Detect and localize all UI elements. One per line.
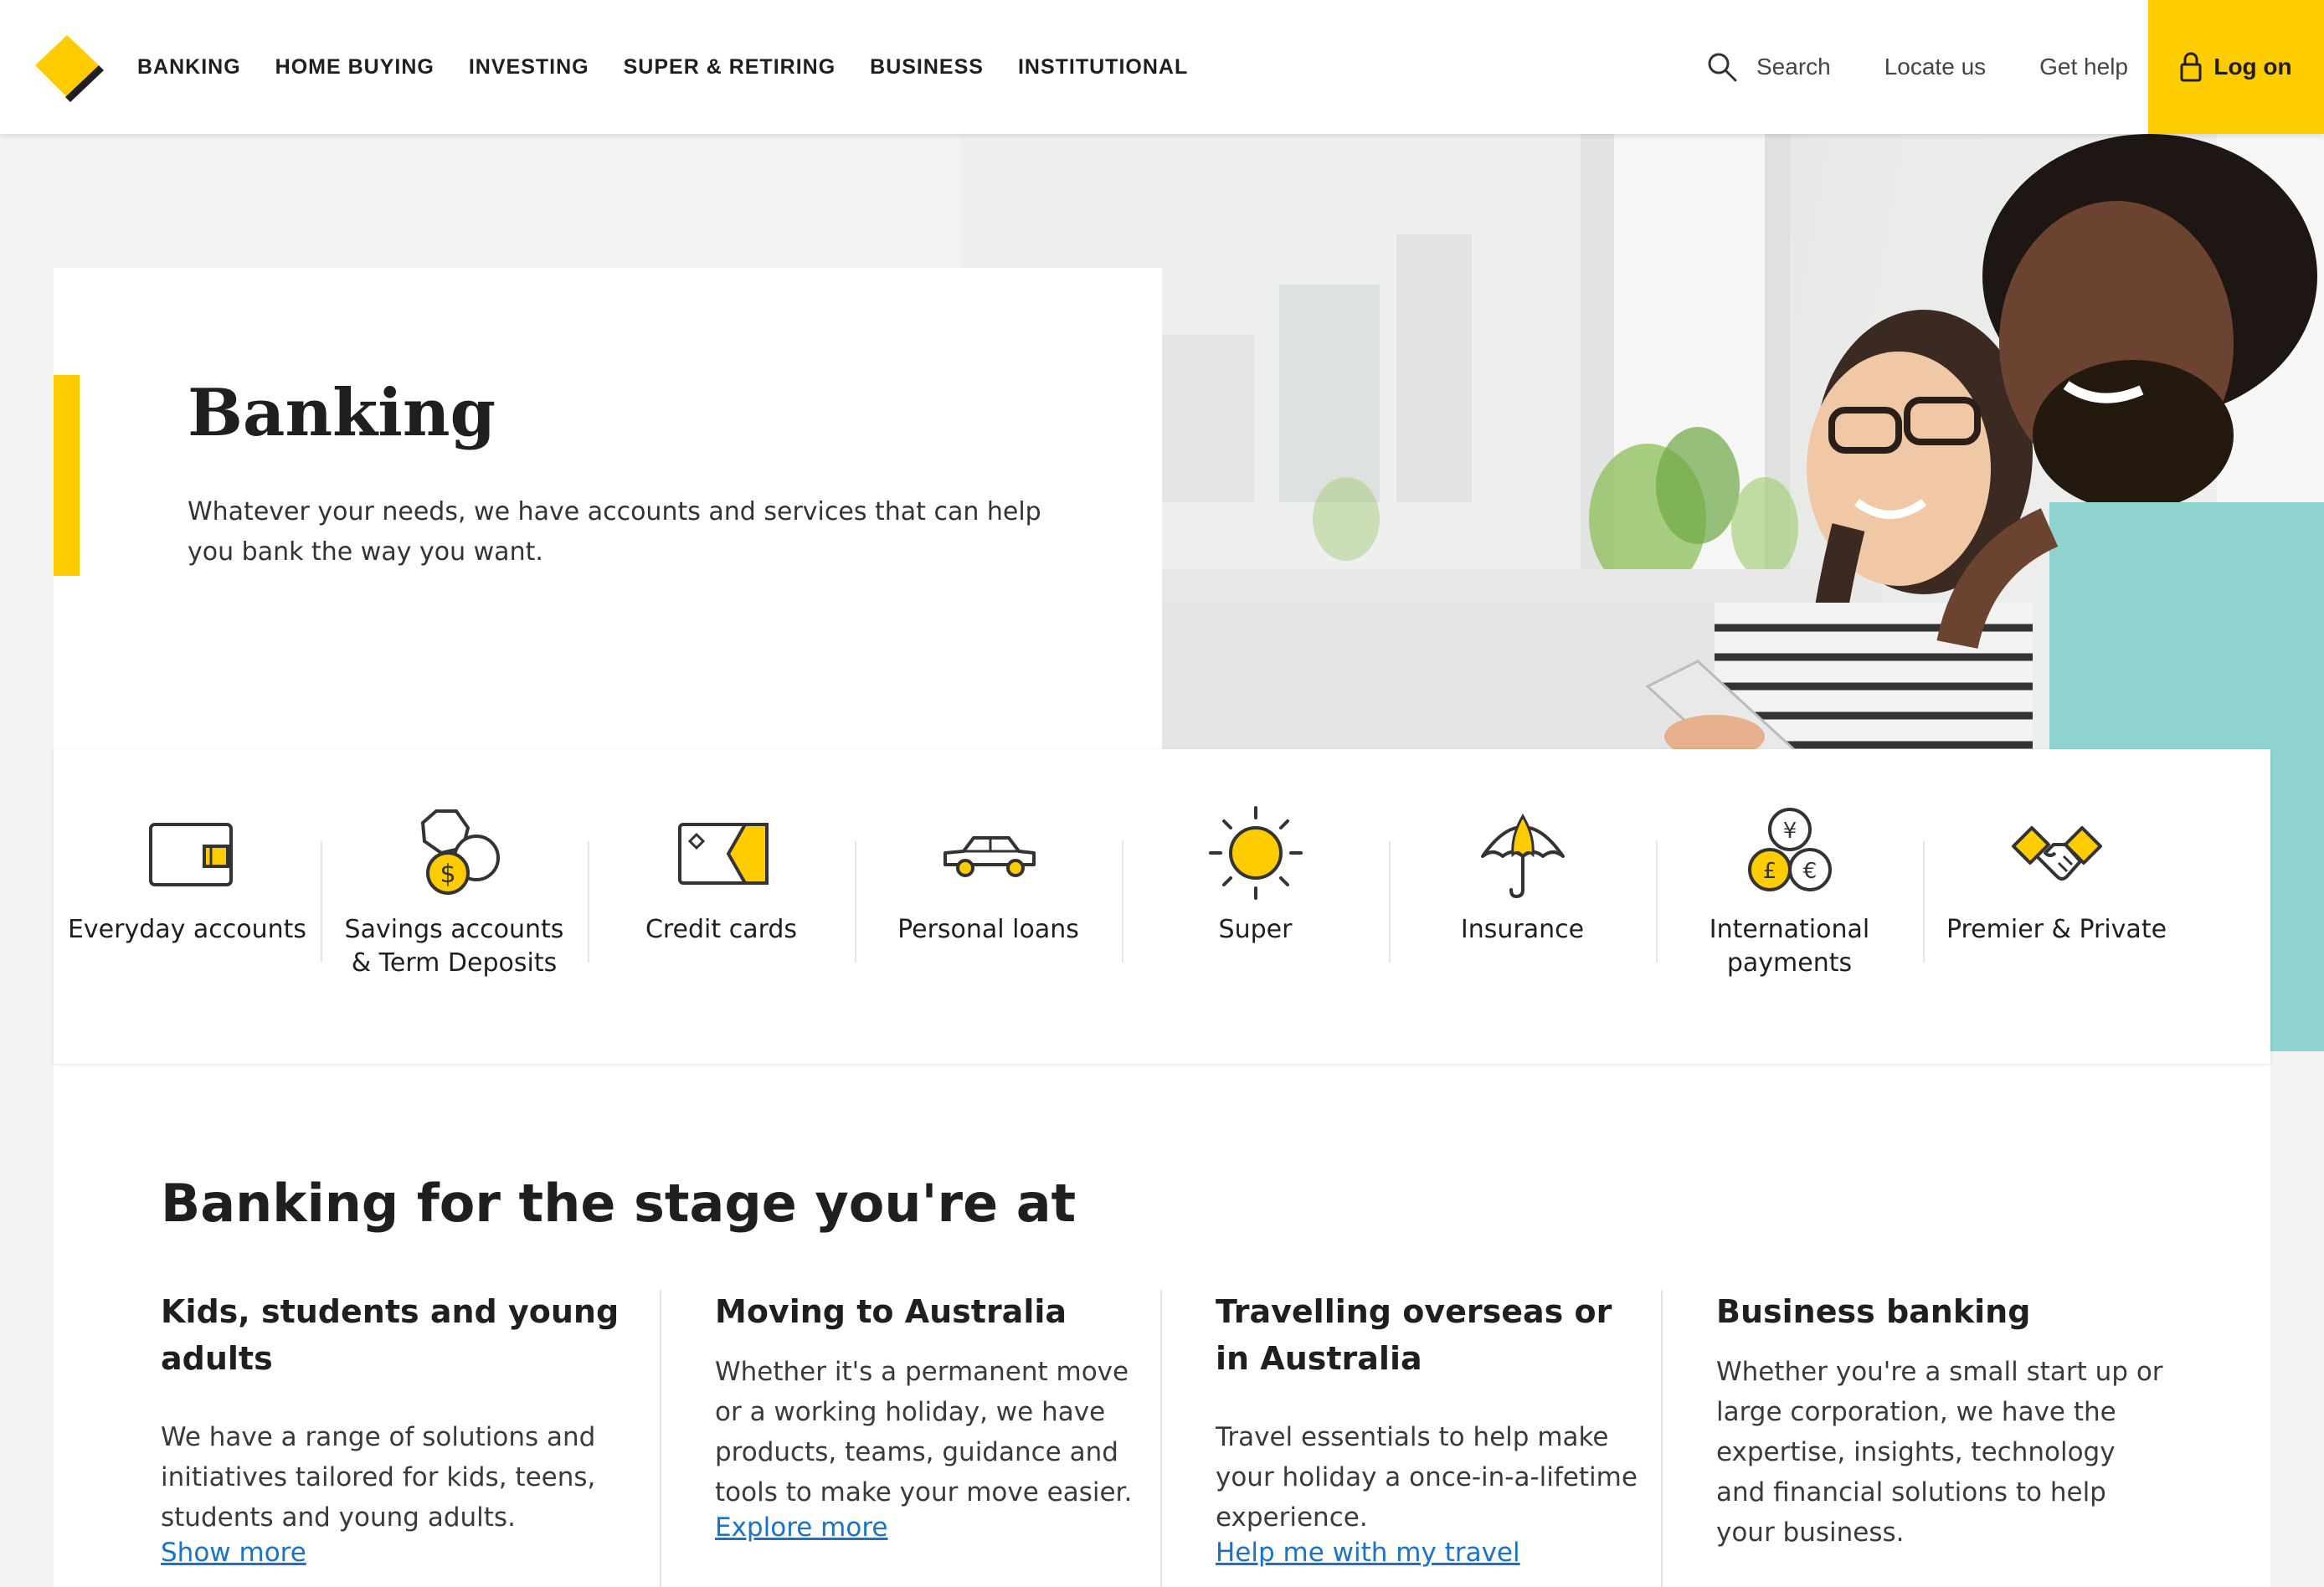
column-body: Travel essentials to help make your holi… <box>1216 1422 1638 1533</box>
column-title: Moving to Australia <box>715 1293 1067 1330</box>
hero-description: Whatever your needs, we have accounts an… <box>188 497 1041 567</box>
get-help-link[interactable]: Get help <box>2039 54 2128 80</box>
show-more-link[interactable]: Show more <box>161 1538 306 1568</box>
log-on-label: Log on <box>2213 54 2292 80</box>
svg-text:$: $ <box>440 860 455 889</box>
quick-link-label: Savings accounts & Term Deposits <box>344 915 564 978</box>
quick-link-personal-loans[interactable]: Personal loans <box>855 749 1122 1064</box>
svg-text:£: £ <box>1762 859 1776 884</box>
nav-institutional[interactable]: INSTITUTIONAL <box>1018 55 1188 80</box>
quick-link-savings[interactable]: $ Savings accounts & Term Deposits <box>321 749 588 1064</box>
quick-link-label: Credit cards <box>645 915 798 944</box>
svg-text:¥: ¥ <box>1782 819 1797 844</box>
nav-super-retiring[interactable]: SUPER & RETIRING <box>624 55 836 80</box>
stage-column-kids: Kids, students and young adults We have … <box>161 1288 630 1568</box>
column-title: Kids, students and young adults <box>161 1293 620 1377</box>
currency-coins-icon: ¥ £ € <box>1747 808 1832 891</box>
quick-link-label: Everyday accounts <box>67 915 307 944</box>
umbrella-icon <box>1480 814 1565 899</box>
svg-text:€: € <box>1802 859 1817 884</box>
stage-column-travel: Travelling overseas or in Australia Trav… <box>1216 1288 1651 1568</box>
page-title: Banking <box>188 375 496 451</box>
column-title: Business banking <box>1716 1293 2031 1330</box>
nav-business[interactable]: BUSINESS <box>870 55 984 80</box>
quick-link-label: Super <box>1218 915 1293 944</box>
main-nav: BANKING HOME BUYING INVESTING SUPER & RE… <box>137 0 1222 134</box>
nav-home-buying[interactable]: HOME BUYING <box>275 55 434 80</box>
wallet-icon <box>148 823 233 886</box>
column-divider <box>1661 1290 1663 1587</box>
car-icon <box>943 836 1036 877</box>
log-on-button[interactable]: Log on <box>2148 0 2324 134</box>
search-button[interactable]: Search <box>1706 51 1831 83</box>
savings-coins-icon: $ <box>420 809 500 895</box>
quick-link-label: International payments <box>1709 915 1870 978</box>
column-divider <box>660 1290 661 1587</box>
lock-icon <box>2180 52 2202 82</box>
quick-link-credit-cards[interactable]: Credit cards <box>588 749 855 1064</box>
handshake-icon <box>2011 826 2102 881</box>
quick-link-premier-private[interactable]: Premier & Private <box>1923 749 2190 1064</box>
nav-investing[interactable]: INVESTING <box>469 55 589 80</box>
utility-nav: Search Locate us Get help <box>1653 0 2128 134</box>
column-body: Whether you're a small start up or large… <box>1716 1357 2163 1548</box>
explore-more-link[interactable]: Explore more <box>715 1513 887 1543</box>
stage-section: Banking for the stage you're at Kids, st… <box>54 1064 2270 1587</box>
quick-link-label: Personal loans <box>897 915 1079 944</box>
commbank-logo[interactable] <box>33 33 105 102</box>
column-divider <box>1160 1290 1162 1587</box>
column-title: Travelling overseas or in Australia <box>1216 1293 1612 1377</box>
quick-link-international-payments[interactable]: ¥ £ € International payments <box>1656 749 1923 1064</box>
quick-link-super[interactable]: Super <box>1122 749 1389 1064</box>
search-label: Search <box>1756 54 1831 80</box>
quick-link-insurance[interactable]: Insurance <box>1389 749 1656 1064</box>
search-icon <box>1708 53 1737 82</box>
quick-link-label: Premier & Private <box>1946 915 2167 944</box>
stage-column-business: Business banking Whether you're a small … <box>1716 1288 2168 1553</box>
quick-link-label: Insurance <box>1460 915 1585 944</box>
locate-us-link[interactable]: Locate us <box>1884 54 1986 80</box>
hero-accent-bar <box>54 375 80 576</box>
column-body: We have a range of solutions and initiat… <box>161 1422 596 1533</box>
site-header: BANKING HOME BUYING INVESTING SUPER & RE… <box>0 0 2324 134</box>
stage-column-moving: Moving to Australia Whether it's a perma… <box>715 1288 1134 1543</box>
hero-card: Banking Whatever your needs, we have acc… <box>54 268 1162 750</box>
travel-link[interactable]: Help me with my travel <box>1216 1538 1520 1568</box>
column-body: Whether it's a permanent move or a worki… <box>715 1357 1133 1507</box>
credit-card-icon <box>677 823 769 885</box>
nav-banking[interactable]: BANKING <box>137 55 241 80</box>
section-title: Banking for the stage you're at <box>161 1173 1077 1234</box>
product-quick-links: Everyday accounts $ Savings accounts & T… <box>54 749 2270 1064</box>
quick-link-everyday-accounts[interactable]: Everyday accounts <box>54 749 321 1064</box>
sun-icon <box>1208 806 1303 900</box>
